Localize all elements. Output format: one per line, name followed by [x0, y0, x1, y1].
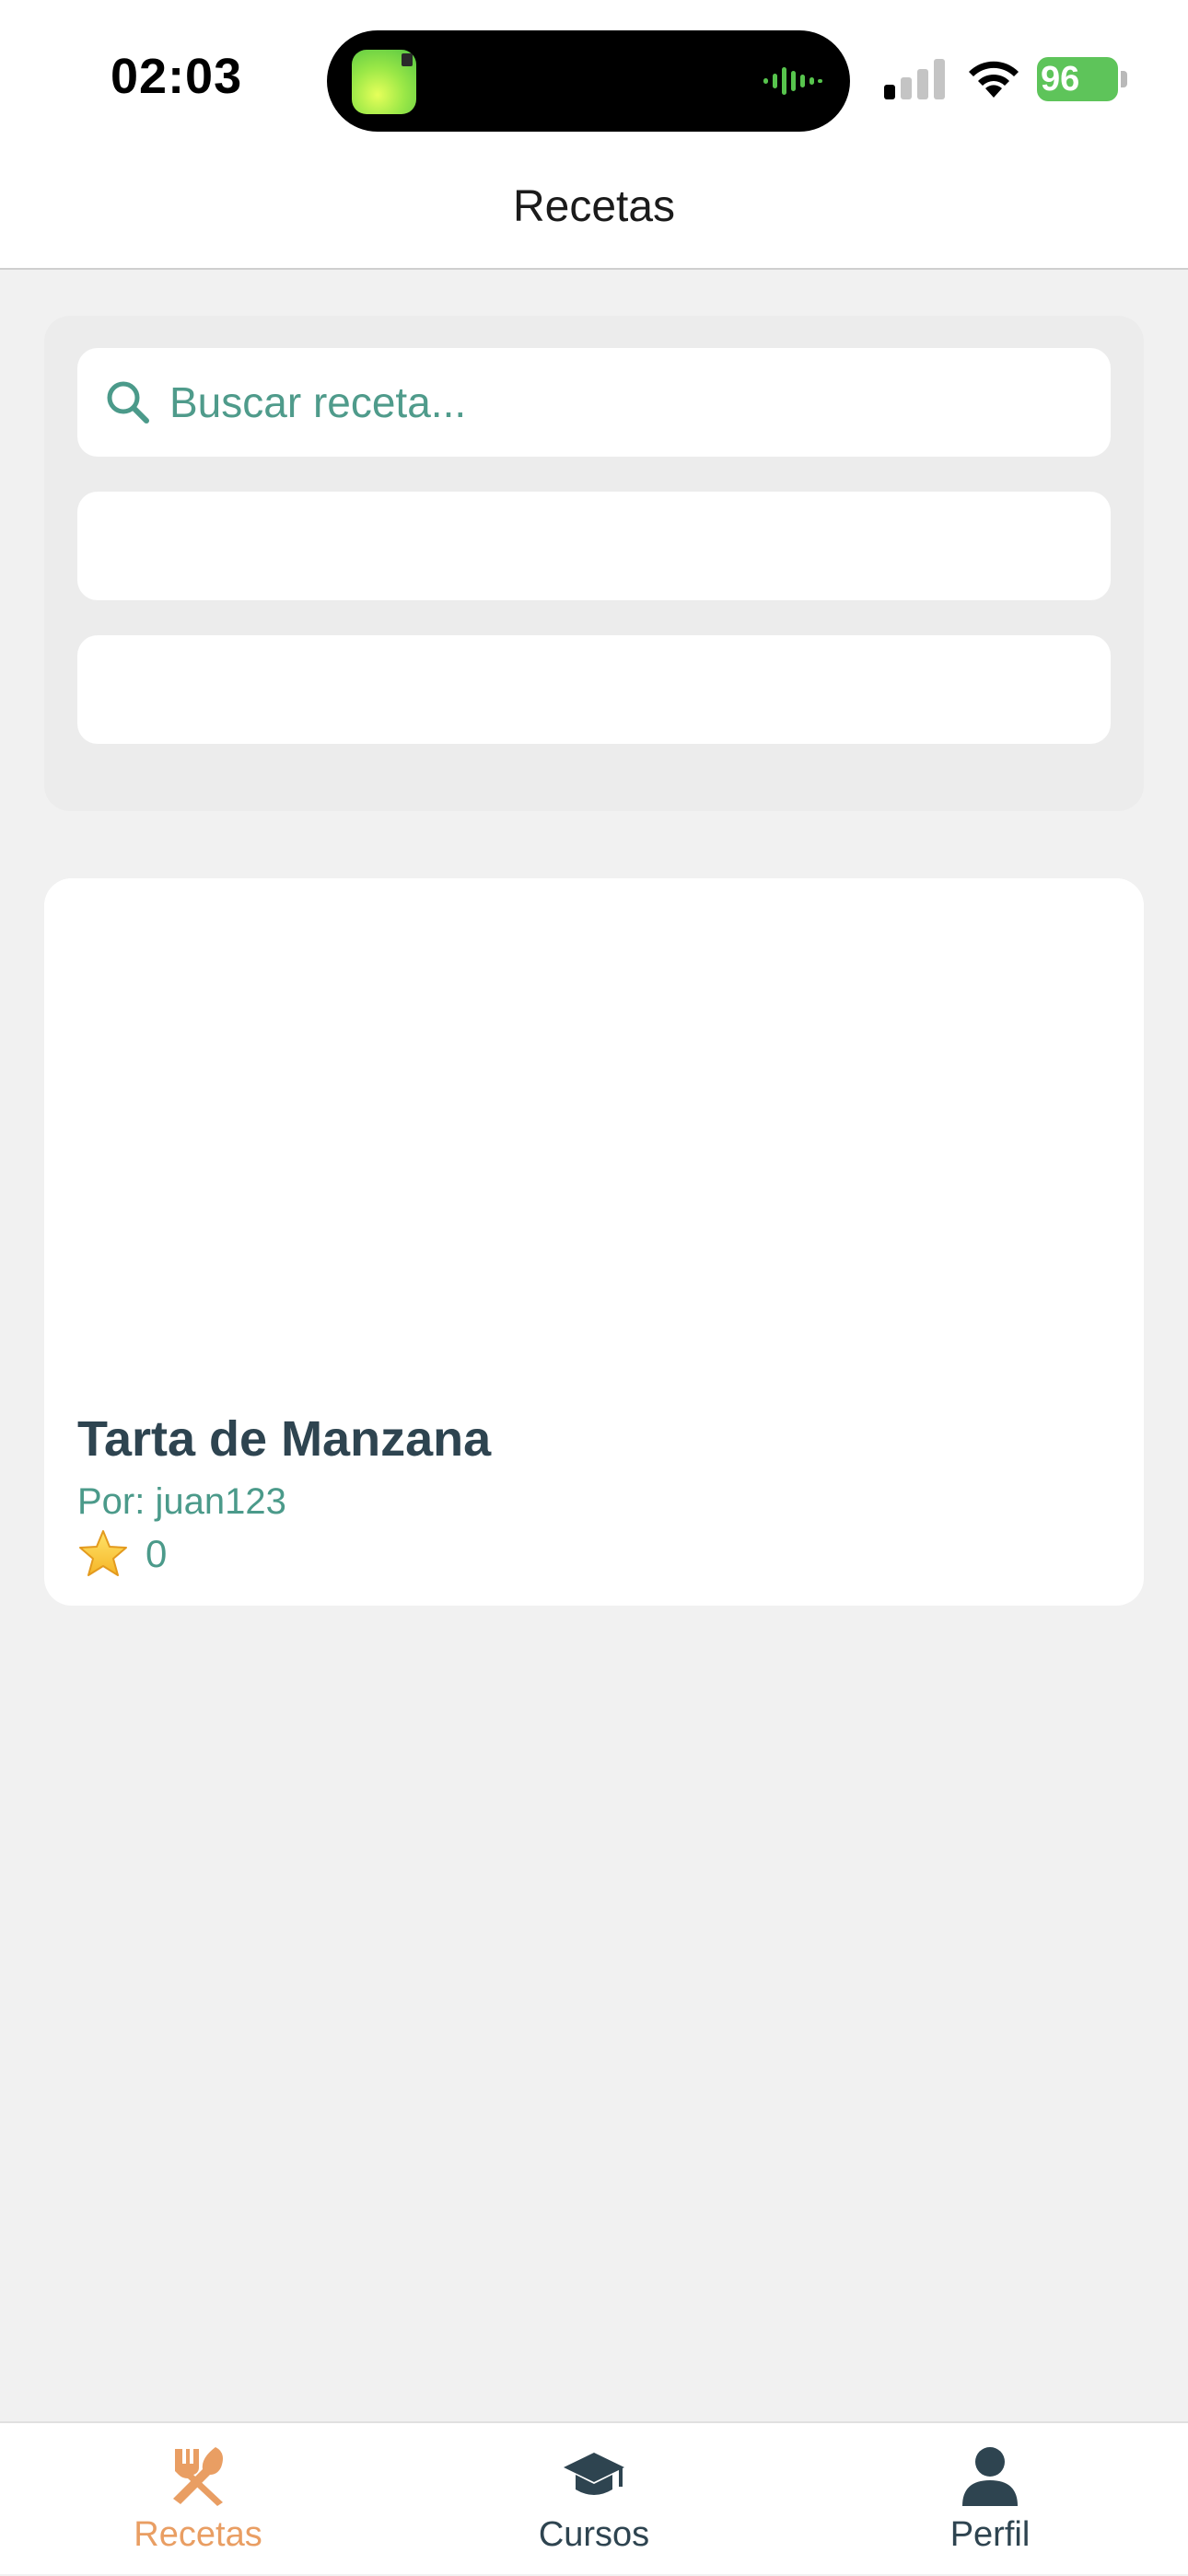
utensils-icon	[173, 2447, 223, 2506]
navigation-header: Recetas	[0, 157, 1188, 270]
recipe-card[interactable]: Tarta de Manzana Por: juan123 0	[44, 878, 1144, 1606]
battery-icon: 96	[1037, 57, 1129, 101]
tab-label: Recetas	[134, 2515, 262, 2554]
search-icon	[107, 381, 149, 424]
search-input[interactable]	[169, 348, 1090, 457]
dynamic-island[interactable]	[327, 30, 850, 132]
status-time: 02:03	[111, 49, 243, 104]
status-bar: 02:03 96	[0, 0, 1188, 157]
recipe-image	[44, 878, 1144, 1394]
filter-field-1[interactable]	[77, 492, 1111, 600]
filter-panel	[44, 316, 1144, 811]
recipe-rating: 0	[77, 1526, 167, 1582]
tab-cursos[interactable]: Cursos	[396, 2423, 792, 2576]
wifi-icon	[969, 61, 1019, 98]
recipe-author: Por: juan123	[77, 1481, 286, 1522]
battery-level: 96	[1037, 57, 1118, 101]
star-icon	[79, 1530, 127, 1576]
search-field[interactable]	[77, 348, 1111, 457]
tab-perfil[interactable]: Perfil	[792, 2423, 1188, 2576]
recipe-title: Tarta de Manzana	[77, 1411, 492, 1467]
cellular-signal-icon	[884, 59, 945, 99]
graduation-cap-icon	[564, 2453, 624, 2495]
filter-field-2[interactable]	[77, 635, 1111, 744]
tab-bar: Recetas Cursos Perfil	[0, 2421, 1188, 2574]
tab-recetas[interactable]: Recetas	[0, 2423, 396, 2576]
page-title: Recetas	[512, 182, 676, 231]
tab-label: Perfil	[949, 2515, 1031, 2554]
audio-waveform-icon	[763, 67, 822, 95]
tab-label: Cursos	[538, 2515, 650, 2554]
now-playing-app-icon	[352, 50, 416, 114]
rating-value: 0	[146, 1532, 168, 1575]
user-icon	[962, 2447, 1018, 2506]
